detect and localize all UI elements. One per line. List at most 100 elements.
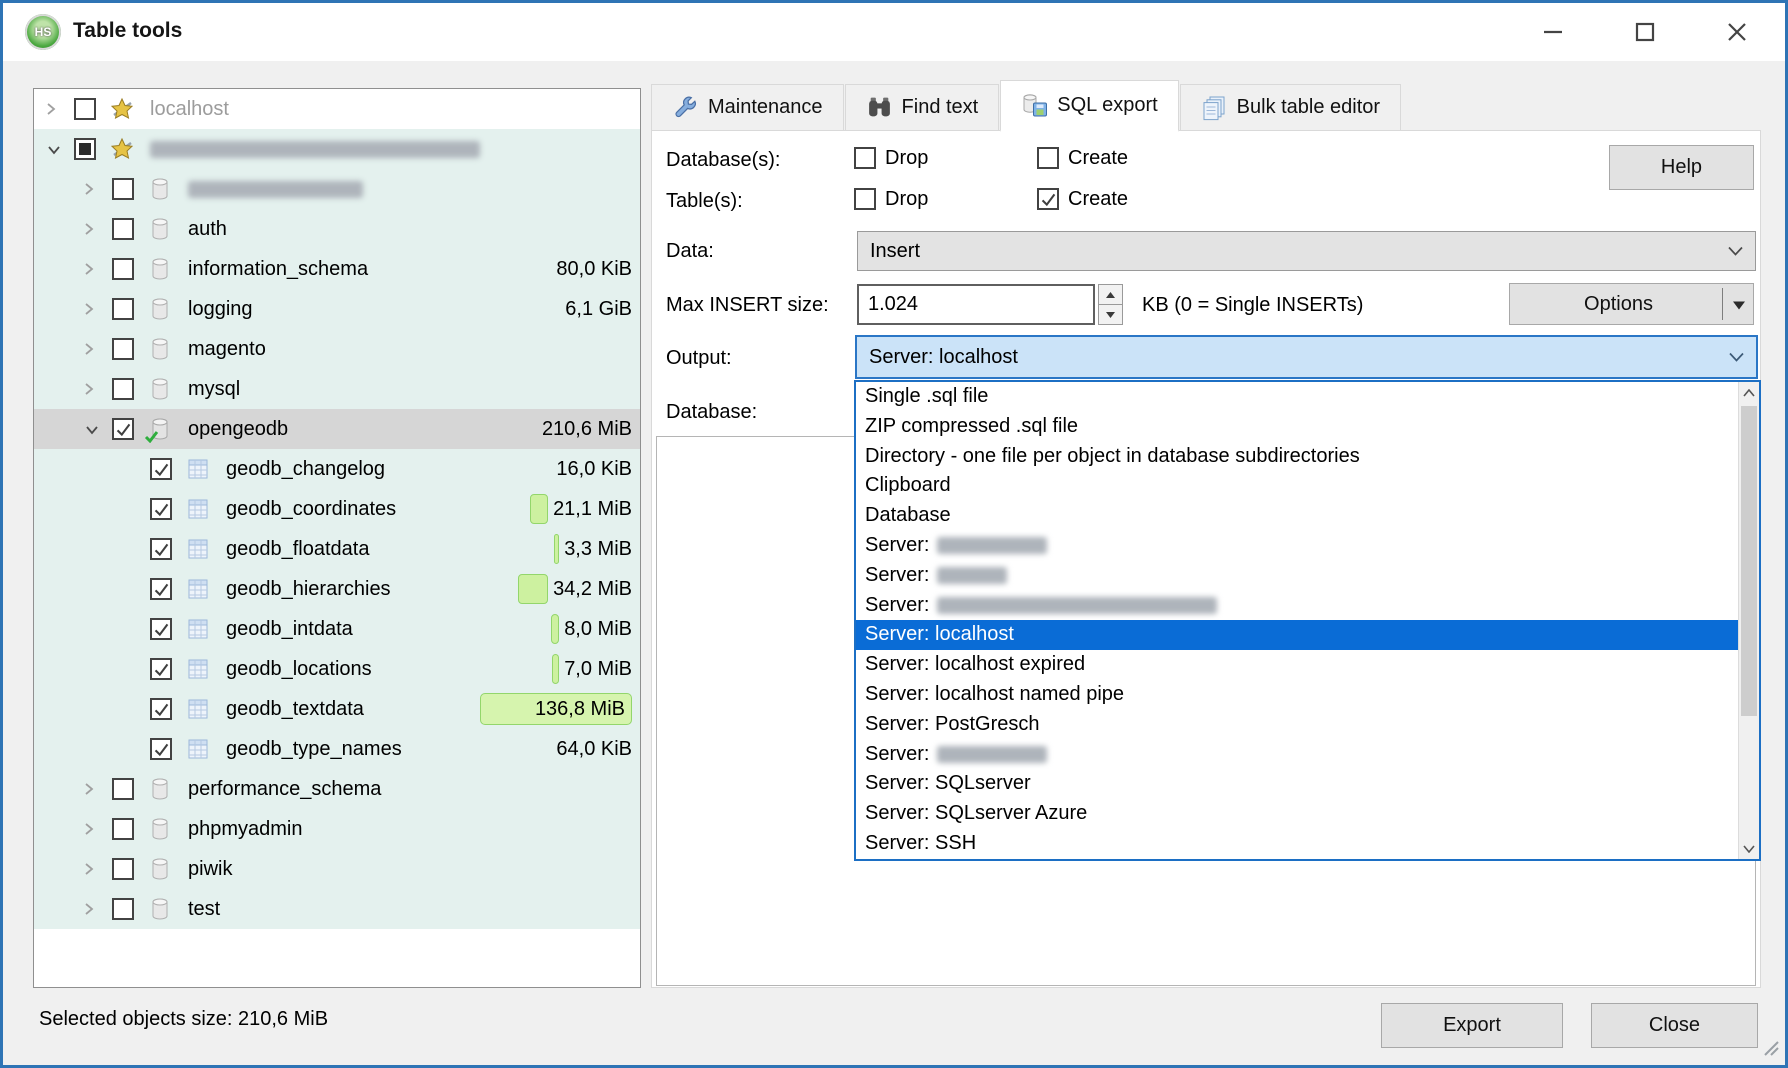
dropdown-item[interactable]: Server: <box>856 531 1738 561</box>
tree-checkbox[interactable] <box>112 898 134 920</box>
data-combobox[interactable]: Insert <box>857 231 1756 271</box>
tab-maintenance[interactable]: Maintenance <box>651 84 844 130</box>
tree-row[interactable]: geodb_hierarchies34,2 MiB <box>34 569 640 609</box>
tab-find-text[interactable]: Find text <box>845 84 1000 130</box>
tab-bulk-table-editor[interactable]: Bulk table editor <box>1180 84 1401 130</box>
chevron-collapsed-icon[interactable] <box>84 260 95 283</box>
tree-row[interactable]: mysql <box>34 369 640 409</box>
dropdown-item[interactable]: Server: localhost named pipe <box>856 680 1738 710</box>
tree-checkbox[interactable] <box>150 738 172 760</box>
chevron-collapsed-icon[interactable] <box>84 300 95 323</box>
databases-drop-checkbox[interactable] <box>854 147 876 169</box>
tab-sql-export[interactable]: SQL export <box>1000 80 1178 132</box>
dropdown-item[interactable]: Server: localhost <box>856 620 1738 650</box>
table-icon <box>186 577 210 601</box>
max-insert-size-input[interactable]: 1.024 <box>857 284 1095 325</box>
tree-row[interactable]: phpmyadmin <box>34 809 640 849</box>
tree-row[interactable]: geodb_locations7,0 MiB <box>34 649 640 689</box>
tree-row[interactable] <box>34 129 640 169</box>
tree-checkbox[interactable] <box>112 258 134 280</box>
chevron-collapsed-icon[interactable] <box>84 380 95 403</box>
dropdown-item[interactable]: Server: localhost expired <box>856 650 1738 680</box>
tree-row[interactable]: auth <box>34 209 640 249</box>
tree-row[interactable]: localhost <box>34 89 640 129</box>
export-button[interactable]: Export <box>1381 1003 1563 1048</box>
databases-create-checkbox[interactable] <box>1037 147 1059 169</box>
tree-checkbox[interactable] <box>74 98 96 120</box>
chevron-collapsed-icon[interactable] <box>84 860 95 883</box>
maximize-button[interactable] <box>1611 3 1679 61</box>
tree-checkbox[interactable] <box>112 858 134 880</box>
chevron-collapsed-icon[interactable] <box>84 820 95 843</box>
tree-row[interactable]: performance_schema <box>34 769 640 809</box>
scrollbar-thumb[interactable] <box>1741 406 1757 716</box>
dropdown-scrollbar[interactable] <box>1738 382 1759 859</box>
minimize-button[interactable] <box>1519 3 1587 61</box>
tree-checkbox[interactable] <box>112 378 134 400</box>
tree-checkbox[interactable] <box>112 418 134 440</box>
tree-row[interactable]: geodb_coordinates21,1 MiB <box>34 489 640 529</box>
options-button[interactable]: Options <box>1509 283 1754 325</box>
tree-row[interactable]: logging6,1 GiB <box>34 289 640 329</box>
dropdown-item[interactable]: Single .sql file <box>856 382 1738 412</box>
dropdown-item[interactable]: ZIP compressed .sql file <box>856 412 1738 442</box>
dropdown-item[interactable]: Server: <box>856 561 1738 591</box>
tree-row[interactable]: geodb_intdata8,0 MiB <box>34 609 640 649</box>
dropdown-item[interactable]: Server: <box>856 740 1738 770</box>
tree-row[interactable]: test <box>34 889 640 929</box>
scroll-up-icon[interactable] <box>1739 382 1759 403</box>
tree-checkbox[interactable] <box>112 178 134 200</box>
tree-item-label: geodb_intdata <box>226 609 353 649</box>
tree-checkbox[interactable] <box>112 298 134 320</box>
tree-checkbox[interactable] <box>150 618 172 640</box>
dropdown-item[interactable]: Server: SQLserver Azure <box>856 799 1738 829</box>
stepper-up-button[interactable] <box>1098 284 1123 305</box>
tree-row[interactable] <box>34 169 640 209</box>
chevron-collapsed-icon[interactable] <box>46 100 57 123</box>
tree-checkbox[interactable] <box>150 458 172 480</box>
tree-row[interactable]: opengeodb210,6 MiB <box>34 409 640 449</box>
resize-grip[interactable] <box>1759 1036 1779 1061</box>
tree-checkbox[interactable] <box>150 658 172 680</box>
tree-checkbox[interactable] <box>112 778 134 800</box>
chevron-collapsed-icon[interactable] <box>84 220 95 243</box>
dropdown-item[interactable]: Directory - one file per object in datab… <box>856 442 1738 472</box>
tree-checkbox[interactable] <box>112 818 134 840</box>
scroll-down-icon[interactable] <box>1739 838 1759 859</box>
dropdown-item[interactable]: Server: SSH <box>856 829 1738 859</box>
tree-row[interactable]: geodb_type_names64,0 KiB <box>34 729 640 769</box>
tree-checkbox[interactable] <box>74 138 96 160</box>
tree-checkbox[interactable] <box>150 538 172 560</box>
dropdown-item[interactable]: Server: PostGresch <box>856 710 1738 740</box>
dropdown-item[interactable]: Server: SQLserver <box>856 769 1738 799</box>
tree-row[interactable]: magento <box>34 329 640 369</box>
tree-row[interactable]: information_schema80,0 KiB <box>34 249 640 289</box>
output-combobox[interactable]: Server: localhost <box>855 335 1758 379</box>
tree-row[interactable]: geodb_changelog16,0 KiB <box>34 449 640 489</box>
tree-checkbox[interactable] <box>150 498 172 520</box>
chevron-expanded-icon[interactable] <box>84 423 100 441</box>
tree-checkbox[interactable] <box>150 698 172 720</box>
chevron-collapsed-icon[interactable] <box>84 180 95 203</box>
chevron-expanded-icon[interactable] <box>46 143 62 161</box>
tables-create-checkbox[interactable] <box>1037 188 1059 210</box>
tree-checkbox[interactable] <box>112 338 134 360</box>
dropdown-item[interactable]: Server: <box>856 591 1738 621</box>
tables-drop-label: Drop <box>885 184 928 214</box>
close-dialog-button[interactable]: Close <box>1591 1003 1758 1048</box>
tree-row[interactable]: geodb_textdata136,8 MiB <box>34 689 640 729</box>
tree-checkbox[interactable] <box>150 578 172 600</box>
chevron-collapsed-icon[interactable] <box>84 900 95 923</box>
options-dropdown-arrow-icon[interactable] <box>1733 293 1745 316</box>
help-button[interactable]: Help <box>1609 145 1754 190</box>
tree-row[interactable]: piwik <box>34 849 640 889</box>
dropdown-item[interactable]: Clipboard <box>856 471 1738 501</box>
close-button[interactable] <box>1703 3 1771 61</box>
dropdown-item[interactable]: Database <box>856 501 1738 531</box>
chevron-collapsed-icon[interactable] <box>84 340 95 363</box>
stepper-down-button[interactable] <box>1098 305 1123 325</box>
chevron-collapsed-icon[interactable] <box>84 780 95 803</box>
tree-checkbox[interactable] <box>112 218 134 240</box>
tree-row[interactable]: geodb_floatdata3,3 MiB <box>34 529 640 569</box>
tables-drop-checkbox[interactable] <box>854 188 876 210</box>
